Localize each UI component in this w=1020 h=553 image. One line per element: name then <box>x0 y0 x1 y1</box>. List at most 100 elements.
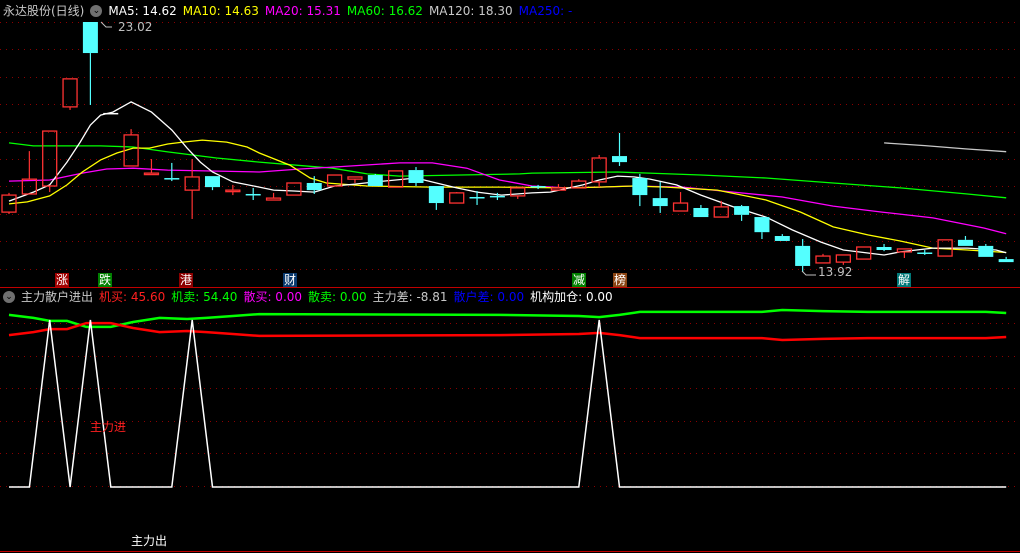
candle-body <box>754 217 770 233</box>
chevron-down-icon[interactable]: ⌄ <box>3 291 15 303</box>
stock-title: 永达股份(日线) <box>3 4 85 18</box>
candle <box>347 176 363 183</box>
low-arrow-icon <box>801 270 816 276</box>
candle <box>428 186 444 210</box>
indicator-legend-item: 机卖: 54.40 <box>171 290 238 304</box>
candle <box>205 176 220 191</box>
ma-legend: MA5: 14.62 MA10: 14.63 MA20: 15.31 MA60: 16… <box>108 3 578 19</box>
indicator-legend-item: 散卖: 0.00 <box>308 290 367 304</box>
candle-body <box>917 252 933 254</box>
candle-body <box>143 172 160 176</box>
candle-body <box>82 22 98 54</box>
candle <box>225 184 241 196</box>
candle <box>103 112 119 115</box>
candle-body <box>693 207 709 218</box>
candle-body <box>489 195 505 198</box>
indicator-lines <box>8 308 1007 488</box>
candle-body <box>265 197 282 201</box>
candle <box>612 132 627 166</box>
candle-body <box>408 170 424 183</box>
main-header: 永达股份(日线) ⌄ MA5: 14.62 MA10: 14.63 MA20: 15… <box>3 3 578 19</box>
candle-body <box>530 186 546 188</box>
candle-body <box>734 206 750 215</box>
candle <box>978 243 994 257</box>
candle-body <box>347 176 363 180</box>
ma-legend-item: MA5: 14.62 <box>108 4 177 18</box>
candle-body <box>449 192 465 204</box>
candle-body <box>815 255 831 264</box>
candle-body <box>713 206 729 218</box>
candle-body <box>306 182 322 191</box>
sub-gridlines <box>0 323 1020 487</box>
signal-marker[interactable]: 解 <box>897 273 911 287</box>
candle-body <box>612 156 627 163</box>
signal-marker[interactable]: 财 <box>283 273 297 287</box>
candle <box>449 192 465 204</box>
candle <box>998 256 1014 263</box>
candle-body <box>957 239 973 246</box>
candle-body <box>795 245 811 266</box>
candle <box>286 182 302 196</box>
indicator-legend-item: 散户差: 0.00 <box>453 290 525 304</box>
ma60-line <box>8 142 1007 199</box>
candle-body <box>184 176 200 191</box>
candle-body <box>998 259 1014 263</box>
signal-marker[interactable]: 涨 <box>55 273 69 287</box>
candle <box>21 151 38 195</box>
ma-legend-item: MA20: 15.31 <box>264 4 341 18</box>
candle-body <box>428 186 444 204</box>
candle <box>917 250 933 255</box>
candle-body <box>205 176 220 188</box>
candle <box>795 239 811 272</box>
sell-line <box>8 308 1007 329</box>
candle-body <box>978 245 994 257</box>
signal-marker[interactable]: 港 <box>179 273 193 287</box>
main-gridlines <box>0 22 1020 270</box>
chevron-down-icon[interactable]: ⌄ <box>90 5 103 17</box>
candle <box>672 192 689 212</box>
candle <box>164 162 180 182</box>
indicator-legend-item: 机买: 45.60 <box>99 290 166 304</box>
candle <box>774 234 790 241</box>
ma-legend-item: MA60: 16.62 <box>346 4 423 18</box>
candle-body <box>286 182 302 196</box>
candle-body <box>632 178 648 196</box>
chart-canvas[interactable] <box>0 0 1020 553</box>
candle-body <box>876 247 892 251</box>
candle-body <box>652 198 668 207</box>
indicator-legend-item: 主力差: -8.81 <box>372 290 448 304</box>
signal-marker[interactable]: 跌 <box>98 273 112 287</box>
moving-average-lines <box>8 101 1007 256</box>
candle-body <box>245 193 261 196</box>
candle <box>143 159 160 176</box>
indicator-title: 主力散户进出 <box>21 290 94 304</box>
candle-body <box>367 175 383 187</box>
candle <box>408 167 424 187</box>
candle-body <box>62 78 78 108</box>
candle <box>754 217 770 240</box>
indicator-legend-item: 机构加仓: 0.00 <box>530 290 613 304</box>
ma-legend-item: MA120: 18.30 <box>428 4 513 18</box>
candle-body <box>103 112 119 115</box>
candle <box>82 22 98 105</box>
signal-marker[interactable]: 减 <box>572 273 586 287</box>
candle <box>835 254 851 265</box>
main-force-signal-line <box>9 319 1007 488</box>
candle <box>367 173 383 187</box>
candle <box>632 173 648 207</box>
candle <box>957 236 973 246</box>
buy-line <box>8 321 1007 342</box>
candle-body <box>164 178 180 180</box>
candle <box>265 192 282 201</box>
low-price-label: 13.92 <box>818 265 853 279</box>
candle <box>184 159 200 219</box>
main-force-in-label: 主力进 <box>90 420 127 434</box>
candle-body <box>672 202 689 212</box>
candle <box>876 243 892 252</box>
candle-body <box>835 254 851 263</box>
candle <box>42 130 58 193</box>
candle <box>62 78 78 110</box>
indicator-legend-item: 散买: 0.00 <box>243 290 303 304</box>
signal-marker[interactable]: 榜 <box>613 273 627 287</box>
candle-body <box>469 197 485 199</box>
